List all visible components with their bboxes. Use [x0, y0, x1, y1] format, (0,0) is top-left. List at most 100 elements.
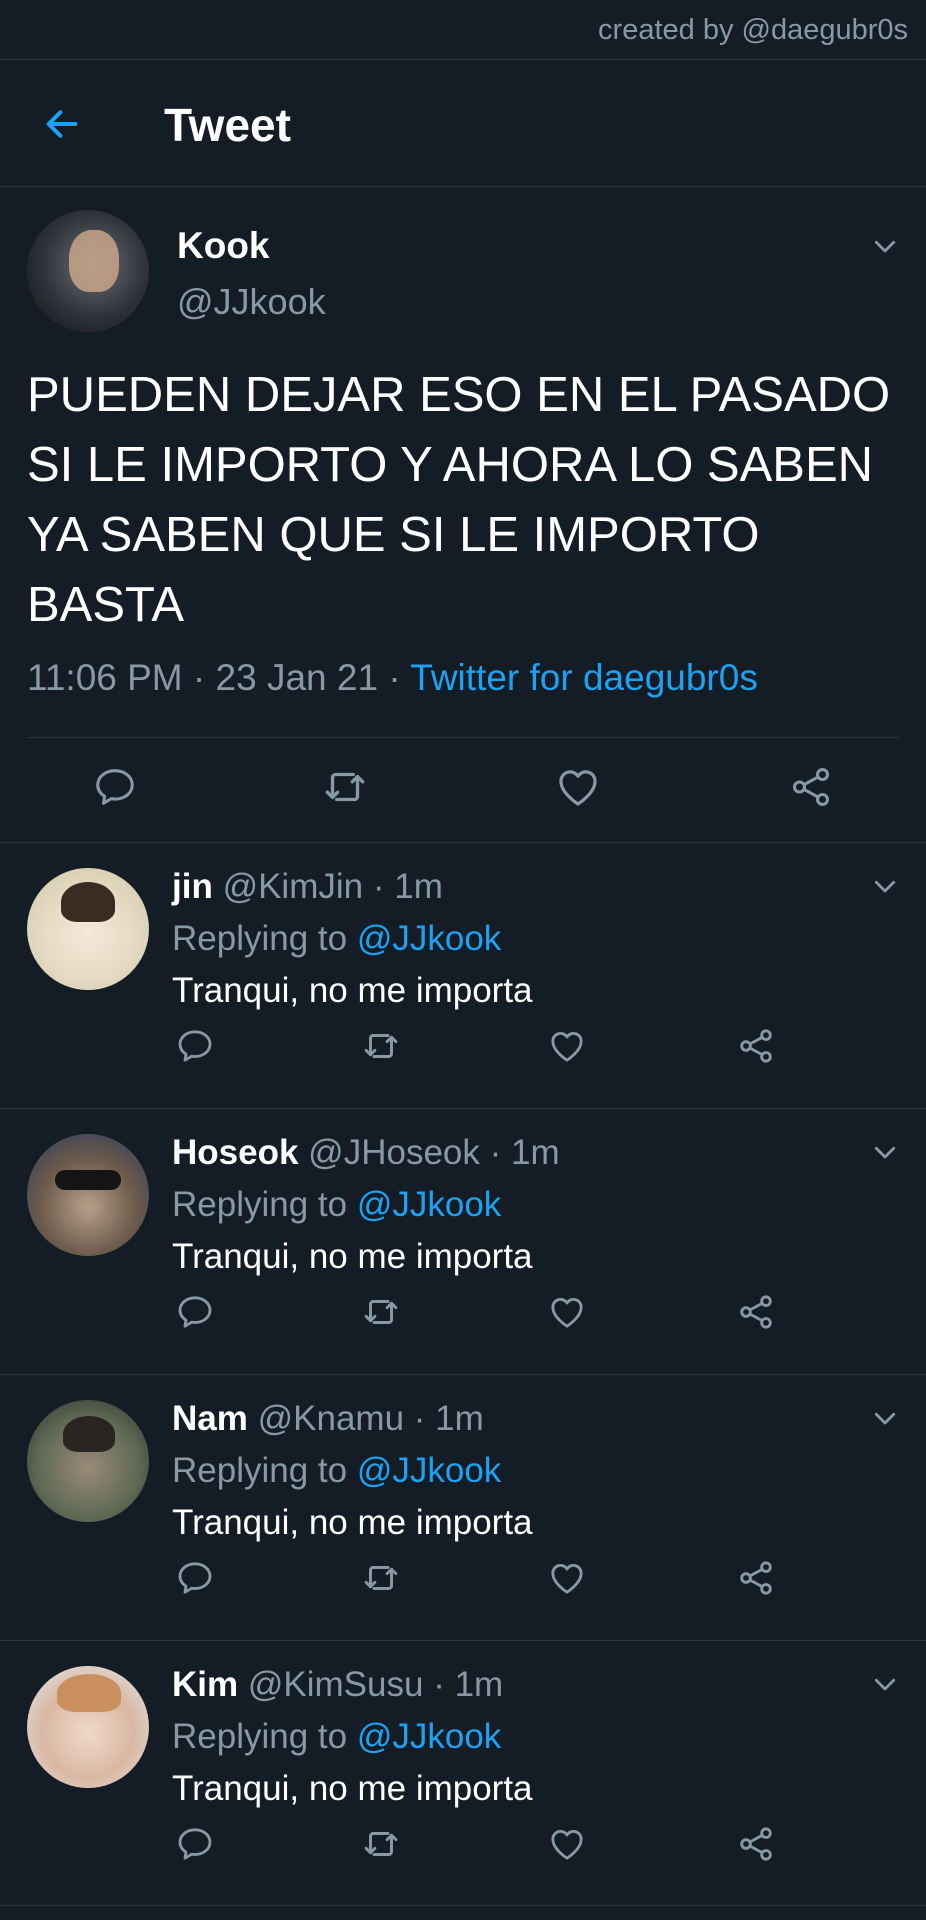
- meta-separator: ·: [433, 1665, 445, 1704]
- like-icon: [551, 1830, 583, 1860]
- divider: [0, 1905, 926, 1906]
- mention-link[interactable]: @JJkook: [357, 1451, 501, 1490]
- reply-icon: [178, 1828, 212, 1860]
- like-button[interactable]: [546, 1025, 588, 1067]
- reply-tweet[interactable]: jin @KimJin · 1m Replying to @JJkook Tra…: [0, 842, 926, 1108]
- reply-author-name[interactable]: jin: [172, 867, 213, 906]
- share-icon: [740, 1295, 772, 1329]
- like-button[interactable]: [546, 1557, 588, 1599]
- share-button[interactable]: [735, 1025, 777, 1067]
- replying-to-label: Replying to: [172, 1717, 348, 1756]
- avatar[interactable]: [27, 1400, 149, 1522]
- reply-button[interactable]: [90, 762, 140, 812]
- reply-author-handle[interactable]: @KimJin: [223, 867, 364, 906]
- share-icon: [740, 1827, 772, 1861]
- reply-icon: [178, 1296, 212, 1328]
- meta-separator: ·: [192, 657, 216, 698]
- reply-header: Kim @KimSusu · 1m: [172, 1665, 503, 1705]
- reply-icon: [178, 1030, 212, 1062]
- meta-separator: ·: [413, 1399, 426, 1438]
- reply-button[interactable]: [174, 1823, 216, 1865]
- like-icon: [551, 1298, 583, 1328]
- reply-text: Tranqui, no me importa: [172, 1237, 533, 1276]
- divider: [27, 737, 899, 738]
- replying-to: Replying to @JJkook: [172, 1185, 501, 1225]
- share-button[interactable]: [735, 1557, 777, 1599]
- back-arrow-icon: [46, 110, 78, 138]
- reply-tweet[interactable]: Kim @KimSusu · 1m Replying to @JJkook Tr…: [0, 1640, 926, 1906]
- retweet-icon: [364, 1034, 398, 1058]
- share-button[interactable]: [735, 1823, 777, 1865]
- reply-author-name[interactable]: Hoseok: [172, 1133, 298, 1172]
- retweet-icon: [364, 1300, 398, 1324]
- tweet-date: 23 Jan 21: [215, 657, 379, 698]
- credit-bar: created by @daegubr0s: [0, 0, 926, 60]
- chevron-down-icon: [874, 240, 896, 253]
- share-icon: [740, 1561, 772, 1595]
- more-menu-button[interactable]: [868, 869, 902, 903]
- mention-link[interactable]: @JJkook: [357, 1185, 501, 1224]
- mention-link[interactable]: @JJkook: [357, 919, 501, 958]
- retweet-button[interactable]: [360, 1823, 402, 1865]
- tweet-time: 11:06 PM: [27, 657, 183, 698]
- avatar[interactable]: [27, 210, 149, 332]
- reply-tweet[interactable]: Hoseok @JHoseok · 1m Replying to @JJkook…: [0, 1108, 926, 1374]
- credit-text: created by @daegubr0s: [598, 14, 908, 46]
- replying-to: Replying to @JJkook: [172, 1451, 501, 1491]
- more-menu-button[interactable]: [868, 1401, 902, 1435]
- reply-button[interactable]: [174, 1291, 216, 1333]
- tweet-meta: 11:06 PM · 23 Jan 21 · Twitter for daegu…: [27, 657, 758, 699]
- meta-separator: ·: [372, 867, 385, 906]
- tweet-text: PUEDEN DEJAR ESO EN EL PASADO SI LE IMPO…: [27, 368, 891, 632]
- reply-text: Tranqui, no me importa: [172, 1503, 533, 1542]
- like-icon: [559, 770, 597, 806]
- reply-text: Tranqui, no me importa: [172, 1769, 533, 1808]
- retweet-button[interactable]: [360, 1291, 402, 1333]
- retweet-button[interactable]: [360, 1557, 402, 1599]
- replying-to-label: Replying to: [172, 1451, 348, 1490]
- chevron-down-icon: [874, 1146, 896, 1159]
- reply-author-handle[interactable]: @JHoseok: [308, 1133, 480, 1172]
- tweet-source[interactable]: Twitter for daegubr0s: [410, 657, 758, 698]
- reply-tweet[interactable]: Nam @Knamu · 1m Replying to @JJkook Tran…: [0, 1374, 926, 1640]
- chevron-down-icon: [874, 1412, 896, 1425]
- like-button[interactable]: [553, 762, 603, 812]
- share-icon: [792, 768, 830, 806]
- retweet-icon: [325, 772, 365, 802]
- reply-author-name[interactable]: Kim: [172, 1665, 238, 1704]
- reply-age: 1m: [435, 1399, 484, 1438]
- retweet-button[interactable]: [320, 762, 370, 812]
- reply-author-name[interactable]: Nam: [172, 1399, 248, 1438]
- like-button[interactable]: [546, 1291, 588, 1333]
- reply-author-handle[interactable]: @KimSusu: [248, 1665, 424, 1704]
- share-button[interactable]: [786, 762, 836, 812]
- reply-author-handle[interactable]: @Knamu: [258, 1399, 404, 1438]
- like-button[interactable]: [546, 1823, 588, 1865]
- chevron-down-icon: [874, 1678, 896, 1691]
- author-handle[interactable]: @JJkook: [177, 281, 326, 323]
- reply-age: 1m: [394, 867, 443, 906]
- more-menu-button[interactable]: [868, 1667, 902, 1701]
- retweet-icon: [364, 1566, 398, 1590]
- reply-button[interactable]: [174, 1557, 216, 1599]
- retweet-button[interactable]: [360, 1025, 402, 1067]
- replying-to: Replying to @JJkook: [172, 1717, 501, 1757]
- reply-icon: [178, 1562, 212, 1594]
- reply-button[interactable]: [174, 1025, 216, 1067]
- page-title: Tweet: [164, 99, 291, 151]
- retweet-icon: [364, 1832, 398, 1856]
- meta-separator: ·: [388, 657, 411, 698]
- more-menu-button[interactable]: [868, 1135, 902, 1169]
- reply-header: jin @KimJin · 1m: [172, 867, 443, 907]
- back-button[interactable]: [38, 100, 86, 148]
- avatar[interactable]: [27, 1666, 149, 1788]
- reply-age: 1m: [511, 1133, 560, 1172]
- mention-link[interactable]: @JJkook: [357, 1717, 501, 1756]
- avatar[interactable]: [27, 1134, 149, 1256]
- share-button[interactable]: [735, 1291, 777, 1333]
- reply-icon: [96, 769, 134, 805]
- more-menu-button[interactable]: [868, 229, 902, 263]
- avatar[interactable]: [27, 868, 149, 990]
- author-name[interactable]: Kook: [177, 225, 270, 267]
- share-icon: [740, 1029, 772, 1063]
